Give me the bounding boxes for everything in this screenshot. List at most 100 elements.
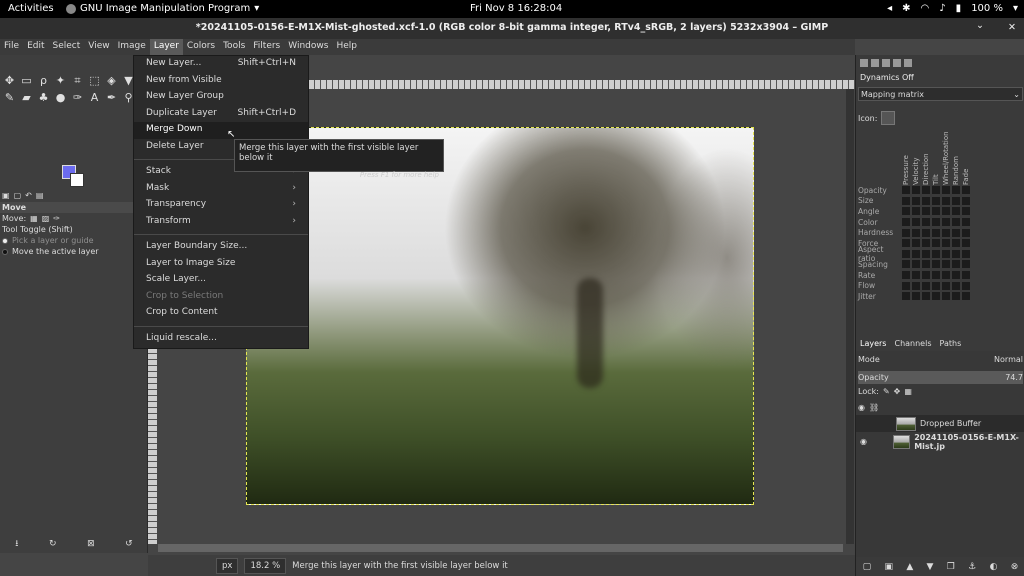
checkbox[interactable] (902, 281, 910, 290)
checkbox[interactable] (922, 207, 930, 216)
tool-options-tab-icon[interactable]: ▣ (2, 191, 10, 200)
new-group-icon[interactable]: ▣ (884, 562, 893, 572)
delete-options-icon[interactable]: ⊠ (87, 539, 95, 549)
images-tab-icon[interactable]: ▤ (36, 191, 44, 200)
checkbox[interactable] (952, 186, 960, 195)
checkbox[interactable] (932, 260, 940, 269)
checkbox[interactable] (912, 228, 920, 237)
checkbox[interactable] (912, 196, 920, 205)
menu-edit[interactable]: Edit (23, 39, 48, 55)
menu-select[interactable]: Select (49, 39, 85, 55)
menu-item-liquid-rescale[interactable]: Liquid rescale... (134, 331, 308, 348)
checkbox[interactable] (962, 228, 970, 237)
checkbox[interactable] (922, 239, 930, 248)
color-picker-icon[interactable]: ✒ (104, 90, 119, 105)
checkbox[interactable] (942, 260, 950, 269)
checkbox[interactable] (942, 249, 950, 258)
checkbox[interactable] (932, 186, 940, 195)
checkbox[interactable] (912, 249, 920, 258)
mask-icon[interactable]: ◐ (990, 562, 998, 572)
eye-icon[interactable]: ◉ (860, 437, 871, 446)
checkbox[interactable] (932, 239, 940, 248)
menu-tools[interactable]: Tools (219, 39, 249, 55)
delete-layer-icon[interactable]: ⊗ (1011, 562, 1019, 572)
checkbox[interactable] (922, 218, 930, 227)
mode-select[interactable]: Normal (994, 355, 1023, 364)
checkbox[interactable] (912, 271, 920, 280)
clone-icon[interactable]: ♣ (36, 90, 51, 105)
menu-colors[interactable]: Colors (183, 39, 219, 55)
new-layer-icon[interactable]: ▢ (863, 562, 872, 572)
menu-item-merge-down[interactable]: Merge Down (134, 122, 308, 139)
menu-item-crop-to-content[interactable]: Crop to Content (134, 305, 308, 322)
menu-item-layer-to-image-size[interactable]: Layer to Image Size (134, 256, 308, 273)
checkbox[interactable] (942, 196, 950, 205)
checkbox[interactable] (962, 207, 970, 216)
checkbox[interactable] (962, 196, 970, 205)
checkbox[interactable] (912, 218, 920, 227)
checkbox[interactable] (902, 249, 910, 258)
duplicate-layer-icon[interactable]: ❐ (947, 562, 955, 572)
checkbox[interactable] (932, 218, 940, 227)
fuzzy-select-icon[interactable]: ✦ (53, 73, 68, 88)
lower-layer-icon[interactable]: ▼ (927, 562, 934, 572)
move-active-option[interactable]: Move the active layer (0, 246, 148, 257)
checkbox[interactable] (902, 260, 910, 269)
checkbox[interactable] (922, 281, 930, 290)
menu-item-mask[interactable]: Mask › (134, 181, 308, 198)
menu-item-transform[interactable]: Transform › (134, 214, 308, 231)
checkbox[interactable] (922, 228, 930, 237)
system-tray[interactable]: ◂ ✱ ◠ ♪ ▮ 100 % ▾ (887, 3, 1018, 14)
anchor-icon[interactable]: ⚓ (968, 562, 976, 572)
vertical-scrollbar[interactable] (846, 89, 854, 544)
gradients-tab-icon[interactable] (904, 59, 912, 67)
pick-layer-option[interactable]: Pick a layer or guide (0, 235, 148, 246)
checkbox[interactable] (922, 249, 930, 258)
app-menu[interactable]: GNU Image Manipulation Program ▾ (66, 3, 259, 14)
checkbox[interactable] (922, 186, 930, 195)
checkbox[interactable] (902, 207, 910, 216)
menu-image[interactable]: Image (114, 39, 150, 55)
fonts-tab-icon[interactable] (882, 59, 890, 67)
checkbox[interactable] (962, 271, 970, 280)
patterns-tab-icon[interactable] (871, 59, 879, 67)
horizontal-scrollbar[interactable] (158, 544, 843, 552)
transform-icon[interactable]: ⬚ (87, 73, 102, 88)
move-tool-icon[interactable]: ✥ (2, 73, 17, 88)
paintbrush-icon[interactable]: ✎ (2, 90, 17, 105)
clock[interactable]: Fri Nov 8 16:28:04 (470, 3, 562, 14)
checkbox[interactable] (932, 207, 940, 216)
checkbox[interactable] (932, 228, 940, 237)
checkbox[interactable] (952, 207, 960, 216)
close-icon[interactable]: ✕ (1008, 22, 1016, 33)
undo-history-tab-icon[interactable]: ↶ (25, 191, 32, 200)
checkbox[interactable] (902, 186, 910, 195)
activities-button[interactable]: Activities (8, 3, 54, 14)
menu-item-scale-layer[interactable]: Scale Layer... (134, 272, 308, 289)
unit-selector[interactable]: px (216, 557, 239, 574)
checkbox[interactable] (952, 228, 960, 237)
checkbox[interactable] (952, 281, 960, 290)
menu-filters[interactable]: Filters (249, 39, 284, 55)
layer-row[interactable]: ◉ 20241105-0156-E-M1X-Mist.jp (856, 433, 1024, 451)
menu-item-new-from-visible[interactable]: New from Visible (134, 73, 308, 90)
checkbox[interactable] (932, 249, 940, 258)
checkbox[interactable] (922, 292, 930, 301)
text-icon[interactable]: A (87, 90, 102, 105)
move-path-icon[interactable]: ✑ (53, 214, 60, 223)
layer-row[interactable]: Dropped Buffer (856, 415, 1024, 432)
color-swatches[interactable] (62, 165, 86, 189)
menu-help[interactable]: Help (332, 39, 361, 55)
checkbox[interactable] (902, 228, 910, 237)
lock-alpha-icon[interactable]: ▦ (904, 387, 912, 396)
checkbox[interactable] (942, 292, 950, 301)
checkbox[interactable] (952, 260, 960, 269)
menu-file[interactable]: File (0, 39, 23, 55)
checkbox[interactable] (912, 281, 920, 290)
checkbox[interactable] (952, 249, 960, 258)
checkbox[interactable] (912, 260, 920, 269)
checkbox[interactable] (962, 239, 970, 248)
lock-position-icon[interactable]: ✥ (894, 387, 901, 396)
checkbox[interactable] (952, 239, 960, 248)
checkbox[interactable] (912, 292, 920, 301)
